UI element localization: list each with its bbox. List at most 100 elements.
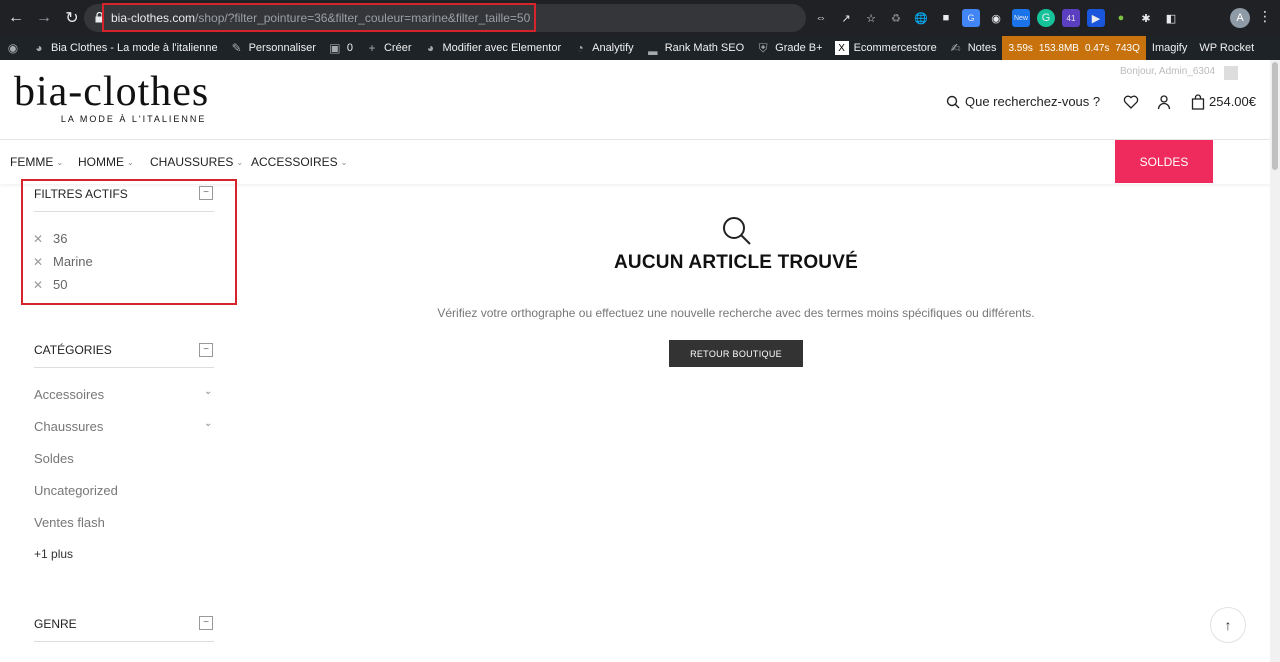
video-extension-icon[interactable]: ▶ bbox=[1087, 9, 1105, 27]
perf-db-time: 0.47s bbox=[1084, 42, 1110, 54]
remove-filter-icon[interactable]: ✕ bbox=[33, 232, 43, 246]
wp-rankmath-label: Rank Math SEO bbox=[664, 42, 745, 54]
account-greeting[interactable]: Bonjour, Admin_6304 bbox=[1120, 66, 1215, 77]
wp-imagify-label: Imagify bbox=[1151, 42, 1188, 54]
count-badge-extension-icon[interactable]: 41 bbox=[1062, 9, 1080, 27]
category-item[interactable]: Uncategorized bbox=[34, 483, 118, 498]
collapse-toggle-icon[interactable]: − bbox=[199, 186, 213, 200]
site-logo[interactable]: bia-clothes LA MODE À L'ITALIENNE bbox=[14, 71, 209, 124]
nav-label: HOMME bbox=[78, 155, 124, 169]
scroll-to-top-button[interactable]: ↑ bbox=[1210, 607, 1246, 643]
category-item[interactable]: Soldes bbox=[34, 451, 74, 466]
wp-ecommercestore-item[interactable]: X Ecommercestore bbox=[829, 36, 943, 60]
chevron-down-icon[interactable]: ⌄ bbox=[204, 386, 212, 397]
sale-nav-button[interactable]: SOLDES bbox=[1115, 140, 1213, 183]
wp-analytify-item[interactable]: ◔ Analytify bbox=[567, 36, 640, 60]
wp-comments-count: 0 bbox=[346, 42, 353, 54]
nav-item-femme[interactable]: FEMME ⌄ bbox=[10, 155, 63, 169]
collapse-toggle-icon[interactable]: − bbox=[199, 616, 213, 630]
remove-filter-icon[interactable]: ✕ bbox=[33, 278, 43, 292]
reload-icon[interactable]: ↻ bbox=[60, 6, 84, 30]
chevron-down-icon[interactable]: ⌄ bbox=[204, 418, 212, 429]
back-to-shop-button[interactable]: RETOUR BOUTIQUE bbox=[669, 340, 803, 367]
wp-logo-item[interactable]: ◉ bbox=[0, 36, 26, 60]
category-item[interactable]: Chaussures bbox=[34, 419, 103, 434]
active-filters-title: FILTRES ACTIFS bbox=[34, 187, 128, 201]
wp-imagify-item[interactable]: Imagify bbox=[1146, 36, 1193, 60]
browser-extensions: ⇔ ↗ ☆ ♻ 🌐 ■ G ◉ New G 41 ▶ ● ✱ ◧ bbox=[812, 6, 1180, 30]
wp-admin-bar: ◉ ◕ Bia Clothes - La mode à l'italienne ✎… bbox=[0, 36, 1280, 60]
active-filter-label: 36 bbox=[53, 231, 68, 246]
account-user-icon[interactable] bbox=[1156, 94, 1172, 110]
empty-state-message: Vérifiez votre orthographe ou effectuez … bbox=[437, 306, 1035, 320]
comment-icon: ▣ bbox=[329, 41, 341, 55]
new-badge-extension-icon[interactable]: New bbox=[1012, 9, 1030, 27]
translate-icon[interactable]: ⇔ bbox=[812, 9, 830, 27]
wishlist-heart-icon[interactable] bbox=[1123, 94, 1139, 110]
bookmark-star-icon[interactable]: ☆ bbox=[862, 9, 880, 27]
sidepanel-icon[interactable]: ◧ bbox=[1162, 9, 1180, 27]
share-icon[interactable]: ↗ bbox=[837, 9, 855, 27]
wp-new-label: Créer bbox=[383, 42, 412, 54]
category-item[interactable]: Ventes flash bbox=[34, 515, 105, 530]
search-icon bbox=[946, 95, 960, 108]
empty-state-title: AUCUN ARTICLE TROUVÉ bbox=[614, 252, 858, 273]
logo-tagline: LA MODE À L'ITALIENNE bbox=[60, 114, 207, 124]
grammarly-icon[interactable]: G bbox=[1037, 9, 1055, 27]
nav-item-homme[interactable]: HOMME ⌄ bbox=[78, 155, 134, 169]
remove-filter-icon[interactable]: ✕ bbox=[33, 255, 43, 269]
translate-extension-icon[interactable]: G bbox=[962, 9, 980, 27]
wp-grade-item[interactable]: ⛨ Grade B+ bbox=[750, 36, 828, 60]
wp-notes-label: Notes bbox=[967, 42, 997, 54]
wp-analytify-label: Analytify bbox=[592, 42, 634, 54]
chevron-down-icon: ⌄ bbox=[56, 157, 64, 167]
nav-item-accessoires[interactable]: ACCESSOIRES ⌄ bbox=[251, 155, 347, 169]
globe-extension-icon[interactable]: 🌐 bbox=[912, 9, 930, 27]
show-more-link[interactable]: +1 plus bbox=[34, 547, 73, 561]
active-filter-item[interactable]: ✕ 50 bbox=[33, 277, 67, 292]
avatar[interactable] bbox=[1224, 66, 1238, 80]
shield-icon: ⛨ bbox=[758, 40, 768, 55]
wp-notes-item[interactable]: ✍ Notes bbox=[943, 36, 1003, 60]
wp-rocket-item[interactable]: WP Rocket bbox=[1193, 36, 1260, 60]
wp-ecommercestore-label: Ecommercestore bbox=[853, 42, 937, 54]
active-filter-label: 50 bbox=[53, 277, 68, 292]
wp-comments-item[interactable]: ▣ 0 bbox=[322, 36, 359, 60]
recycle-extension-icon[interactable]: ♻ bbox=[887, 9, 905, 27]
chevron-down-icon: ⌄ bbox=[236, 157, 244, 167]
nav-label: FEMME bbox=[10, 155, 54, 169]
extensions-puzzle-icon[interactable]: ✱ bbox=[1137, 9, 1155, 27]
rankmath-icon: ▂ bbox=[648, 41, 658, 55]
wp-elementor-item[interactable]: ◕ Modifier avec Elementor bbox=[418, 36, 568, 60]
x-brand-icon: X bbox=[834, 41, 849, 55]
active-filter-item[interactable]: ✕ 36 bbox=[33, 231, 67, 246]
camera-extension-icon[interactable]: ◉ bbox=[987, 9, 1005, 27]
wp-customize-item[interactable]: ✎ Personnaliser bbox=[224, 36, 322, 60]
collapse-toggle-icon[interactable]: − bbox=[199, 343, 213, 357]
wp-rankmath-item[interactable]: ▂ Rank Math SEO bbox=[640, 36, 750, 60]
wp-site-name-item[interactable]: ◕ Bia Clothes - La mode à l'italienne bbox=[26, 36, 224, 60]
back-arrow-icon[interactable]: ← bbox=[4, 6, 28, 30]
site-header: bia-clothes LA MODE À L'ITALIENNE Bonjou… bbox=[0, 60, 1280, 140]
arrow-up-icon: ↑ bbox=[1224, 617, 1232, 633]
nav-item-chaussures[interactable]: CHAUSSURES ⌄ bbox=[150, 155, 243, 169]
cart-bag-icon[interactable] bbox=[1190, 94, 1206, 110]
chevron-down-icon: ⌄ bbox=[127, 157, 134, 167]
query-monitor-item[interactable]: 3.59s 153.8MB 0.47s 743Q bbox=[1002, 36, 1146, 60]
plus-icon: + bbox=[368, 41, 376, 55]
scrollbar-thumb[interactable] bbox=[1272, 62, 1278, 170]
active-filter-item[interactable]: ✕ Marine bbox=[33, 254, 93, 269]
eye-extension-icon[interactable]: ● bbox=[1112, 9, 1130, 27]
search-trigger[interactable]: Que recherchez-vous ? bbox=[946, 94, 1100, 109]
url-highlight-box bbox=[102, 3, 536, 32]
wordpress-icon: ◉ bbox=[7, 41, 19, 55]
cart-total[interactable]: 254.00€ bbox=[1209, 94, 1256, 109]
profile-avatar[interactable]: A bbox=[1230, 8, 1250, 28]
wp-new-item[interactable]: + Créer bbox=[359, 36, 418, 60]
category-item[interactable]: Accessoires bbox=[34, 387, 104, 402]
chevron-down-icon: ⌄ bbox=[340, 157, 348, 167]
chat-extension-icon[interactable]: ■ bbox=[937, 9, 955, 27]
nav-label: ACCESSOIRES bbox=[251, 155, 338, 169]
forward-arrow-icon[interactable]: → bbox=[32, 6, 56, 30]
browser-menu-icon[interactable]: ⋮ bbox=[1258, 8, 1272, 25]
